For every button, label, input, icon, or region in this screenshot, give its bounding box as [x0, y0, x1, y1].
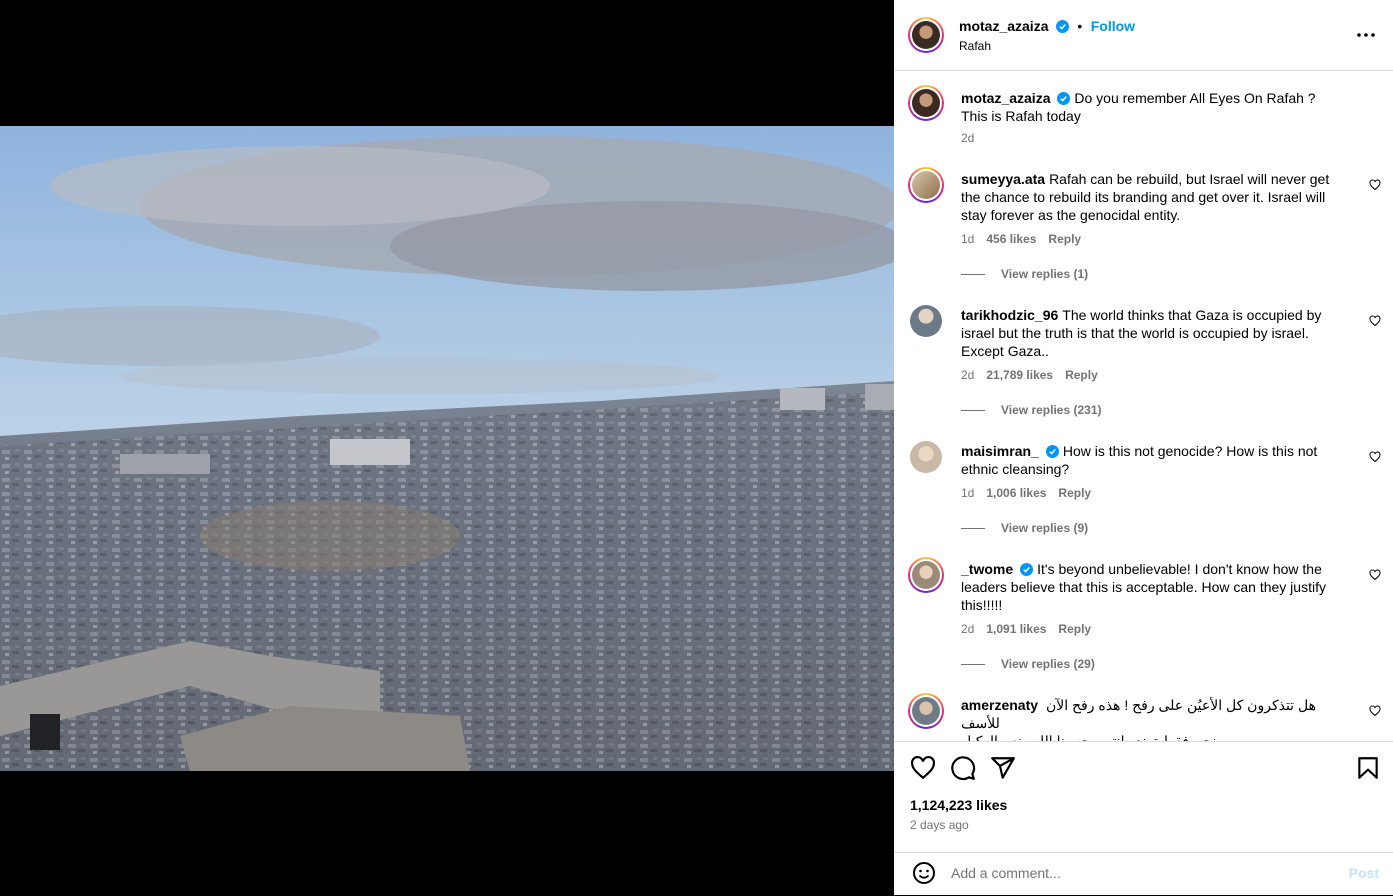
heart-icon[interactable]	[1369, 705, 1381, 717]
add-comment-input[interactable]: Add a comment...	[951, 865, 1061, 881]
comment-time[interactable]: 2d	[961, 622, 974, 636]
comment-text: It's beyond unbelievable! I don't know h…	[961, 561, 1326, 613]
separator-dot: •	[1077, 18, 1083, 34]
add-comment-bar: Add a comment... Post	[894, 852, 1393, 896]
caption-text-line1: Do you remember All Eyes On Rafah ?	[1074, 90, 1316, 106]
verified-icon	[1045, 445, 1059, 458]
view-replies-button[interactable]: View replies (1)	[961, 267, 1088, 281]
commenter-username[interactable]: amerzenaty	[961, 697, 1038, 713]
author-username[interactable]: motaz_azaiza	[959, 18, 1048, 34]
likes-count[interactable]: 1,124,223 likes	[910, 797, 1007, 813]
verified-icon	[1055, 20, 1069, 33]
view-replies-button[interactable]: View replies (29)	[961, 657, 1095, 671]
comment-likes[interactable]: 456 likes	[986, 232, 1036, 246]
comment-text-line2: نحن فقط ترند وانتهى حسبنا الله ونعم الوك…	[961, 733, 1217, 741]
post-location[interactable]: Rafah	[959, 39, 991, 53]
view-replies-label: View replies (1)	[1001, 267, 1089, 281]
reply-button[interactable]: Reply	[1058, 622, 1091, 636]
caption-text-line2: This is Rafah today	[961, 108, 1081, 124]
post-media	[0, 0, 894, 895]
heart-icon[interactable]	[1369, 451, 1381, 463]
commenter-username[interactable]: tarikhodzic_96	[961, 307, 1058, 323]
view-replies-button[interactable]: View replies (9)	[961, 521, 1088, 535]
commenter-avatar[interactable]	[908, 167, 944, 203]
comment-likes[interactable]: 1,006 likes	[986, 486, 1046, 500]
post-photo[interactable]	[0, 126, 894, 771]
commenter-username[interactable]: _twome	[961, 561, 1013, 577]
comment-icon[interactable]	[950, 755, 976, 781]
verified-icon	[1057, 92, 1071, 105]
comment-time[interactable]: 1d	[961, 232, 974, 246]
verified-icon	[1020, 563, 1034, 576]
author-avatar[interactable]	[908, 17, 944, 53]
commenter-avatar[interactable]	[908, 557, 944, 593]
heart-icon[interactable]	[910, 755, 936, 781]
caption-username[interactable]: motaz_azaiza	[961, 90, 1050, 106]
reply-button[interactable]: Reply	[1065, 368, 1098, 382]
post-comment-button[interactable]: Post	[1349, 865, 1379, 881]
reply-button[interactable]: Reply	[1048, 232, 1081, 246]
post-time-ago[interactable]: 2 days ago	[910, 818, 969, 832]
post-header: motaz_azaiza • Follow Rafah	[894, 0, 1393, 71]
commenter-username[interactable]: maisimran_	[961, 443, 1039, 459]
comment-list[interactable]: motaz_azaiza Do you remember All Eyes On…	[894, 71, 1393, 741]
view-replies-button[interactable]: View replies (231)	[961, 403, 1102, 417]
view-replies-label: View replies (231)	[1001, 403, 1102, 417]
comment-likes[interactable]: 21,789 likes	[986, 368, 1053, 382]
caption-avatar[interactable]	[908, 85, 944, 121]
view-replies-label: View replies (29)	[1001, 657, 1095, 671]
heart-icon[interactable]	[1369, 315, 1381, 327]
comment-likes[interactable]: 1,091 likes	[986, 622, 1046, 636]
share-icon[interactable]	[990, 755, 1016, 781]
comment-time[interactable]: 2d	[961, 368, 974, 382]
view-replies-label: View replies (9)	[1001, 521, 1089, 535]
heart-icon[interactable]	[1369, 569, 1381, 581]
more-icon[interactable]	[1356, 29, 1376, 41]
post-side-panel: motaz_azaiza • Follow Rafah motaz_azaiza…	[894, 0, 1393, 895]
caption-time[interactable]: 2d	[961, 131, 974, 145]
commenter-username[interactable]: sumeyya.ata	[961, 171, 1045, 187]
follow-button[interactable]: Follow	[1091, 18, 1135, 34]
comment-time[interactable]: 1d	[961, 486, 974, 500]
bookmark-icon[interactable]	[1355, 755, 1381, 781]
heart-icon[interactable]	[1369, 179, 1381, 191]
commenter-avatar[interactable]	[910, 305, 942, 337]
commenter-avatar[interactable]	[908, 693, 944, 729]
commenter-avatar[interactable]	[910, 441, 942, 473]
emoji-icon[interactable]	[912, 861, 936, 885]
reply-button[interactable]: Reply	[1058, 486, 1091, 500]
